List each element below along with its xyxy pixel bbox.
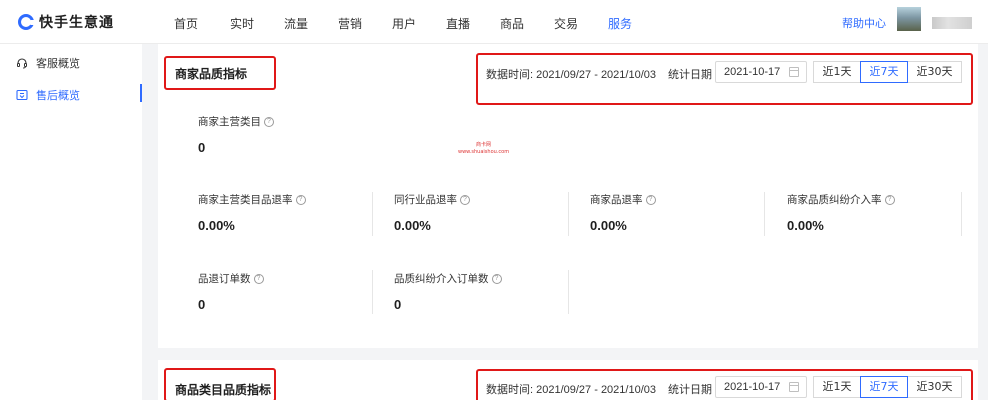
watermark-line-2: www.shuaishou.com: [458, 149, 510, 155]
stat-date-picker[interactable]: 2021-10-17: [715, 61, 807, 83]
nav-item-users[interactable]: 用户: [392, 15, 416, 32]
merchant-quality-card: 商家品质指标 数据时间: 2021/09/27 - 2021/10/03 统计日…: [158, 44, 978, 348]
range-30-day-button[interactable]: 近30天: [907, 376, 962, 398]
range-7-day-button[interactable]: 近7天: [860, 376, 908, 398]
stat-date-label: 统计日期: [668, 384, 712, 396]
avatar[interactable]: [897, 7, 921, 31]
sidebar-item-label: 售后概览: [36, 89, 80, 102]
metric-label-text: 品退订单数: [198, 273, 251, 285]
data-time-range: 数据时间: 2021/09/27 - 2021/10/03: [486, 384, 656, 396]
help-question-icon[interactable]: ?: [295, 194, 306, 205]
metric-label-return-orders: 品退订单数?: [198, 271, 264, 286]
metric-label-industry-return-rate: 同行业品退率?: [394, 192, 470, 207]
nav-item-traffic[interactable]: 流量: [284, 15, 308, 32]
card-title: 商品类目品质指标: [175, 383, 272, 397]
metric-divider: [961, 192, 962, 236]
help-question-icon[interactable]: ?: [884, 194, 895, 205]
metric-value-main-category-return-rate: 0.00%: [198, 218, 235, 233]
help-question-icon[interactable]: ?: [491, 273, 502, 284]
stat-date-label: 统计日期: [668, 69, 712, 81]
metric-value-main-category: 0: [198, 140, 206, 155]
kuaishou-logo-icon: [18, 14, 35, 30]
metric-value-industry-return-rate: 0.00%: [394, 218, 431, 233]
help-question-icon[interactable]: ?: [645, 194, 656, 205]
metric-value-return-orders: 0: [198, 297, 206, 312]
data-time-range: 数据时间: 2021/09/27 - 2021/10/03: [486, 69, 656, 81]
metric-value-merchant-return-rate: 0.00%: [590, 218, 627, 233]
sidebar: 客服概览 售后概览: [0, 44, 142, 400]
metric-divider: [568, 270, 569, 314]
help-question-icon[interactable]: ?: [264, 116, 274, 127]
metric-label-text: 商家主营类目: [198, 116, 261, 128]
sidebar-item-aftersale-overview[interactable]: 售后概览: [0, 82, 142, 108]
user-name-blurred[interactable]: [932, 17, 972, 29]
category-quality-card: 商品类目品质指标 数据时间: 2021/09/27 - 2021/10/03 统…: [158, 360, 978, 400]
nav-item-live[interactable]: 直播: [446, 15, 470, 32]
watermark-line-1: 商卡网: [476, 142, 492, 148]
sidebar-item-service-overview[interactable]: 客服概览: [0, 50, 142, 76]
metric-label-text: 商家品退率: [590, 194, 643, 206]
help-question-icon[interactable]: ?: [460, 194, 470, 205]
metric-label-quality-dispute-rate: 商家品质纠纷介入率?: [787, 192, 895, 207]
nav-item-realtime[interactable]: 实时: [230, 15, 254, 32]
date-value: 2021-10-17: [724, 381, 781, 393]
range-1-day-button[interactable]: 近1天: [813, 376, 861, 398]
metric-divider: [372, 192, 373, 236]
metric-divider: [372, 270, 373, 314]
watermark: 商卡网 www.shuaishou.com: [458, 142, 509, 156]
nav-item-home[interactable]: 首页: [174, 15, 198, 32]
metric-label-text: 同行业品退率: [394, 194, 457, 206]
metric-label-main-category: 商家主营类目?: [198, 114, 274, 129]
stat-date-picker[interactable]: 2021-10-17: [715, 376, 807, 398]
range-30-day-button[interactable]: 近30天: [907, 61, 962, 83]
aftersale-icon: [16, 89, 28, 101]
metric-label-dispute-orders: 品质纠纷介入订单数?: [394, 271, 502, 286]
range-7-day-button[interactable]: 近7天: [860, 61, 908, 83]
top-navigation-bar: 快手生意通 首页 实时 流量 营销 用户 直播 商品 交易 服务 帮助中心: [0, 0, 988, 44]
range-1-day-button[interactable]: 近1天: [813, 61, 861, 83]
date-value: 2021-10-17: [724, 66, 781, 78]
help-center-link[interactable]: 帮助中心: [842, 15, 886, 31]
brand-name: 快手生意通: [39, 15, 114, 31]
metric-label-main-category-return-rate: 商家主营类目品退率?: [198, 192, 306, 207]
headset-icon: [17, 58, 27, 69]
metric-label-text: 品质纠纷介入订单数: [394, 273, 489, 285]
metric-label-merchant-return-rate: 商家品退率?: [590, 192, 656, 207]
nav-item-service[interactable]: 服务: [608, 15, 632, 32]
help-question-icon[interactable]: ?: [253, 273, 264, 284]
sidebar-item-label: 客服概览: [36, 57, 80, 70]
metric-value-quality-dispute-rate: 0.00%: [787, 218, 824, 233]
brand-logo[interactable]: 快手生意通: [18, 13, 114, 31]
card-title: 商家品质指标: [175, 67, 248, 81]
nav-item-trade[interactable]: 交易: [554, 15, 578, 32]
calendar-icon: [789, 67, 799, 77]
nav-item-products[interactable]: 商品: [500, 15, 524, 32]
calendar-icon: [789, 382, 799, 392]
nav-item-marketing[interactable]: 营销: [338, 15, 362, 32]
metric-label-text: 商家主营类目品退率: [198, 194, 293, 206]
metric-divider: [568, 192, 569, 236]
metric-divider: [764, 192, 765, 236]
metric-label-text: 商家品质纠纷介入率: [787, 194, 882, 206]
metric-value-dispute-orders: 0: [394, 297, 402, 312]
